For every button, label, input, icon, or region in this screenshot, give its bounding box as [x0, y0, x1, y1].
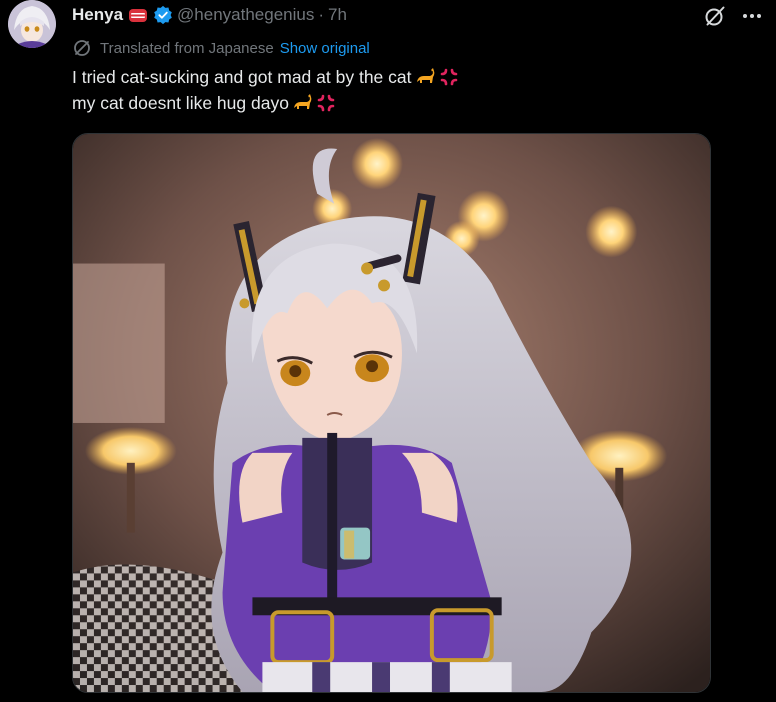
tweet-text: I tried cat-sucking and got mad at by th… [72, 64, 460, 116]
display-name[interactable]: Henya [72, 5, 123, 25]
anger-symbol-emoji [315, 92, 337, 114]
verified-check-icon[interactable] [153, 5, 173, 25]
avatar[interactable] [8, 0, 56, 48]
anger-symbol-emoji [438, 66, 460, 88]
more-icon[interactable] [740, 4, 764, 28]
translate-globe-icon [72, 38, 92, 58]
anime-girl-illustration [73, 134, 710, 692]
red-flag-badge-icon [127, 5, 149, 25]
tweet-line-2-text: my cat doesnt like hug dayo [72, 93, 289, 113]
tweet-line-1: I tried cat-sucking and got mad at by th… [72, 64, 460, 90]
tweet-line-1-text: I tried cat-sucking and got mad at by th… [72, 67, 412, 87]
avatar-image [8, 0, 56, 48]
grok-icon[interactable] [703, 4, 727, 28]
tweet-line-2: my cat doesnt like hug dayo [72, 90, 460, 116]
handle[interactable]: @henyathegenius [177, 5, 314, 25]
translated-label: Translated from Japanese [100, 39, 274, 57]
tweet-header: Henya @henyathegenius · 7h [72, 2, 347, 28]
show-original-link[interactable]: Show original [280, 40, 370, 57]
tweet-media-image[interactable] [72, 133, 711, 693]
tweet: Henya @henyathegenius · 7h Translated fr… [0, 0, 776, 702]
separator-dot: · [318, 5, 325, 24]
translation-row: Translated from Japanese Show original [72, 37, 370, 59]
timestamp[interactable]: 7h [328, 5, 347, 25]
cat-emoji [291, 92, 313, 114]
cat-emoji [414, 66, 436, 88]
